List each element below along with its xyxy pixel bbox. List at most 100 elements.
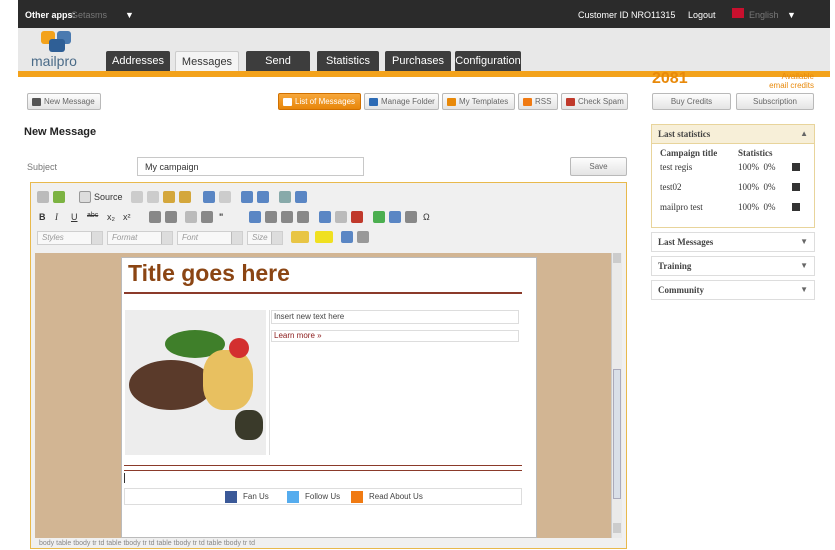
insert-text[interactable]: Insert new text here [271, 310, 519, 324]
food-image[interactable] [125, 310, 266, 455]
other-apps-select[interactable]: Getasms [71, 10, 107, 20]
my-templates-button[interactable]: My Templates [442, 93, 515, 110]
cut-icon[interactable] [131, 191, 143, 203]
preview-icon[interactable] [53, 191, 65, 203]
scroll-thumb[interactable] [613, 369, 621, 499]
replace-icon[interactable] [257, 191, 269, 203]
anchor-icon[interactable] [351, 211, 363, 223]
editor-toolbar-row-2: B I U abc x₂ x² " Ω [35, 211, 625, 227]
editor-toolbar-row-1: Source [35, 191, 625, 207]
italic-icon[interactable]: I [55, 212, 58, 222]
language-select[interactable]: English [749, 10, 779, 20]
unlink-icon[interactable] [335, 211, 347, 223]
styles-select[interactable]: Styles [37, 231, 103, 245]
check-spam-button[interactable]: Check Spam [561, 93, 628, 110]
undo-icon[interactable] [203, 191, 215, 203]
bg-color-icon[interactable] [315, 231, 333, 243]
last-statistics-header[interactable]: Last statistics ▲ [651, 124, 815, 144]
maximize-icon[interactable] [341, 231, 353, 243]
training-header[interactable]: Training ▼ [651, 256, 815, 276]
link-icon[interactable] [319, 211, 331, 223]
learn-more-link[interactable]: Learn more » [271, 330, 519, 342]
special-char-icon[interactable]: Ω [423, 212, 430, 222]
align-left-icon[interactable] [249, 211, 261, 223]
chevron-down-icon[interactable]: ▼ [125, 10, 134, 20]
community-header[interactable]: Community ▼ [651, 280, 815, 300]
scroll-up-arrow-icon[interactable] [613, 253, 621, 263]
image-icon[interactable] [373, 211, 385, 223]
paste-icon[interactable] [163, 191, 175, 203]
indent-icon[interactable] [201, 211, 213, 223]
numbered-list-icon[interactable] [149, 211, 161, 223]
underline-icon[interactable]: U [71, 212, 78, 222]
tab-send[interactable]: Send [246, 51, 310, 71]
buy-credits-button[interactable]: Buy Credits [652, 93, 731, 110]
tab-configuration[interactable]: Configuration [455, 51, 521, 71]
source-icon[interactable] [79, 191, 91, 203]
find-icon[interactable] [241, 191, 253, 203]
read-about-us-link[interactable]: Read About Us [369, 492, 423, 501]
source-label[interactable]: Source [94, 192, 123, 202]
bullet-list-icon[interactable] [165, 211, 177, 223]
scroll-down-arrow-icon[interactable] [613, 523, 621, 533]
new-page-icon[interactable] [37, 191, 49, 203]
chevron-down-icon[interactable]: ▼ [800, 233, 808, 251]
paste-text-icon[interactable] [179, 191, 191, 203]
new-message-button[interactable]: New Message [27, 93, 101, 110]
chevron-down-icon[interactable]: ▼ [800, 257, 808, 275]
rss-button[interactable]: RSS [518, 93, 558, 110]
text-cursor [124, 473, 125, 483]
twitter-icon[interactable] [287, 491, 299, 503]
subscription-button[interactable]: Subscription [736, 93, 814, 110]
horizontal-rule-icon[interactable] [405, 211, 417, 223]
tab-purchases[interactable]: Purchases [385, 51, 451, 71]
save-button[interactable]: Save [570, 157, 627, 176]
text-color-icon[interactable] [291, 231, 309, 243]
superscript-icon[interactable]: x² [123, 212, 131, 222]
language-chevron-icon[interactable]: ▼ [787, 10, 796, 20]
copy-icon[interactable] [147, 191, 159, 203]
align-center-icon[interactable] [265, 211, 277, 223]
tab-addresses[interactable]: Addresses [106, 51, 170, 71]
table-row[interactable]: test regis 100% 0% [658, 162, 808, 182]
follow-us-link[interactable]: Follow Us [305, 492, 340, 501]
strike-icon[interactable]: abc [87, 212, 98, 219]
chart-icon[interactable] [792, 183, 800, 191]
blockquote-icon[interactable]: " [219, 212, 223, 222]
outdent-icon[interactable] [185, 211, 197, 223]
tab-messages[interactable]: Messages [175, 51, 239, 71]
chart-icon[interactable] [792, 203, 800, 211]
subscript-icon[interactable]: x₂ [107, 212, 115, 222]
format-select[interactable]: Format [107, 231, 173, 245]
chart-icon[interactable] [792, 163, 800, 171]
size-select[interactable]: Size [247, 231, 283, 245]
rss-feed-icon[interactable] [351, 491, 363, 503]
editor-canvas[interactable]: Title goes here Insert new text here Lea… [35, 253, 611, 538]
tab-statistics[interactable]: Statistics [317, 51, 379, 71]
logout-link[interactable]: Logout [688, 10, 716, 20]
bold-icon[interactable]: B [39, 212, 46, 222]
editor-scrollbar[interactable] [611, 253, 622, 538]
title-block: Title goes here [124, 256, 522, 294]
remove-format-icon[interactable] [295, 191, 307, 203]
font-select[interactable]: Font [177, 231, 243, 245]
select-all-icon[interactable] [279, 191, 291, 203]
subject-input[interactable] [137, 157, 364, 176]
element-path[interactable]: body table tbody tr td table tbody tr td… [35, 538, 623, 550]
show-blocks-icon[interactable] [357, 231, 369, 243]
table-icon[interactable] [389, 211, 401, 223]
chevron-up-icon[interactable]: ▲ [800, 125, 808, 143]
new-message-icon [32, 97, 41, 106]
table-row[interactable]: mailpro test 100% 0% [658, 202, 808, 222]
chevron-down-icon[interactable]: ▼ [800, 281, 808, 299]
list-of-messages-button[interactable]: List of Messages [278, 93, 361, 110]
manage-folder-button[interactable]: Manage Folder [364, 93, 439, 110]
facebook-icon[interactable] [225, 491, 237, 503]
template-title[interactable]: Title goes here [128, 260, 290, 287]
align-right-icon[interactable] [281, 211, 293, 223]
fan-us-link[interactable]: Fan Us [243, 492, 269, 501]
redo-icon[interactable] [219, 191, 231, 203]
justify-icon[interactable] [297, 211, 309, 223]
last-messages-header[interactable]: Last Messages ▼ [651, 232, 815, 252]
table-row[interactable]: test02 100% 0% [658, 182, 808, 202]
